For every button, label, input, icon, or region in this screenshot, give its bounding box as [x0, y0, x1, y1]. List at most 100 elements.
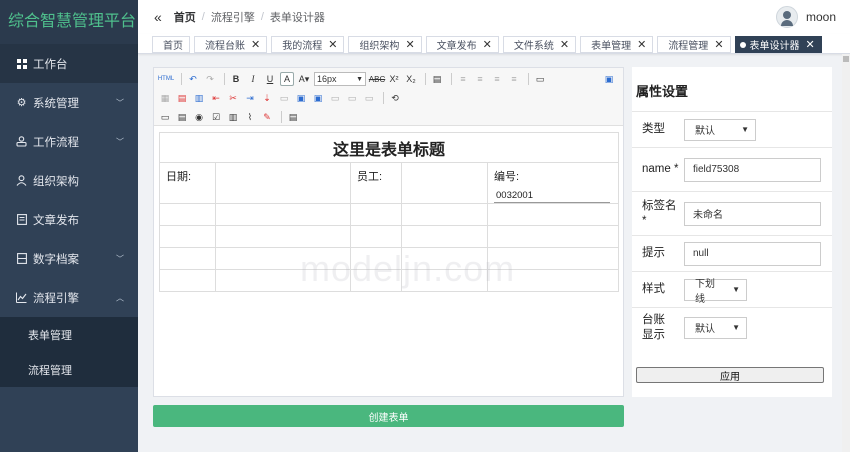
- table-cell[interactable]: [159, 203, 216, 226]
- insert-table-icon[interactable]: ▦: [158, 91, 172, 105]
- table-cell[interactable]: [401, 203, 488, 226]
- table-cell[interactable]: [215, 203, 351, 226]
- tab-organization[interactable]: 组织架构 ✕: [348, 36, 422, 53]
- signature-icon[interactable]: ✎: [260, 110, 274, 124]
- insert-row-icon[interactable]: ▤: [175, 91, 189, 105]
- code-cell[interactable]: 编号: 0032001: [486, 162, 620, 204]
- table-move-icon[interactable]: ⟲: [388, 91, 402, 105]
- sidebar-item-system[interactable]: ⚙ 系统管理 ﹀: [0, 83, 138, 122]
- html-source-icon[interactable]: HTML: [158, 72, 174, 86]
- form-code-icon[interactable]: ▤: [286, 110, 300, 124]
- tag-name-input[interactable]: [684, 201, 821, 226]
- checkbox-icon[interactable]: ☑: [209, 110, 223, 124]
- date-cell[interactable]: [215, 162, 351, 204]
- table-cell[interactable]: [159, 225, 216, 248]
- table-cell[interactable]: [215, 269, 351, 292]
- font-size-select[interactable]: 16px ▼: [314, 72, 366, 86]
- redo-icon[interactable]: ↷: [203, 72, 217, 86]
- split-cell-icon[interactable]: ✂: [226, 91, 240, 105]
- align-center-icon[interactable]: ≡: [473, 72, 487, 86]
- table-cell[interactable]: [486, 225, 620, 248]
- breadcrumb-item-process-engine[interactable]: 流程引擎: [211, 9, 255, 25]
- sidebar-item-process-engine[interactable]: 流程引擎 ︿: [0, 278, 138, 317]
- attachment-icon[interactable]: ⌇: [243, 110, 257, 124]
- strikethrough-icon[interactable]: ABC: [369, 72, 385, 86]
- close-icon[interactable]: ✕: [637, 38, 646, 51]
- tab-form-designer[interactable]: 表单设计器 ✕: [734, 36, 822, 53]
- select-field-icon[interactable]: ▥: [226, 110, 240, 124]
- sidebar-item-archives[interactable]: 数字档案 ﹀: [0, 239, 138, 278]
- table-cell[interactable]: [486, 203, 620, 226]
- table-cell[interactable]: [401, 247, 488, 270]
- tab-my-process[interactable]: 我的流程 ✕: [271, 36, 345, 53]
- collapse-sidebar-icon[interactable]: «: [154, 9, 162, 25]
- cell-property-icon[interactable]: ▭: [277, 91, 291, 105]
- table-cell[interactable]: [486, 247, 620, 270]
- tab-file-system[interactable]: 文件系统 ✕: [502, 36, 577, 53]
- table-cell[interactable]: [215, 247, 351, 270]
- table-cell[interactable]: [350, 203, 402, 226]
- table-cell[interactable]: [215, 225, 351, 248]
- radio-icon[interactable]: ◉: [192, 110, 206, 124]
- name-input[interactable]: [684, 157, 821, 182]
- tab-process-ledger[interactable]: 流程台账 ✕: [194, 36, 268, 53]
- format-brush-icon[interactable]: ▤: [430, 72, 444, 86]
- table-border-icon[interactable]: ▣: [294, 91, 308, 105]
- delete-row-icon[interactable]: ⇤: [209, 91, 223, 105]
- close-icon[interactable]: ✕: [483, 38, 492, 51]
- ledger-display-select[interactable]: 默认 ▼: [684, 316, 747, 339]
- align-left-icon[interactable]: ≡: [456, 72, 470, 86]
- code-field[interactable]: 0032001: [494, 188, 610, 203]
- undo-icon[interactable]: ↶: [186, 72, 200, 86]
- create-form-button[interactable]: 创建表单: [153, 405, 624, 427]
- sidebar-subitem-process-management[interactable]: 流程管理: [0, 352, 138, 387]
- print-icon[interactable]: ▭: [533, 72, 547, 86]
- bold-icon[interactable]: B: [229, 72, 243, 86]
- sidebar-subitem-form-management[interactable]: 表单管理: [0, 317, 138, 352]
- style-select[interactable]: 下划线 ▼: [684, 278, 747, 305]
- form-document[interactable]: 这里是表单标题 日期: 员工: 编号: 0032001: [158, 132, 620, 292]
- avatar[interactable]: [775, 6, 798, 28]
- sidebar-item-dashboard[interactable]: 工作台: [0, 44, 138, 83]
- close-icon[interactable]: ✕: [405, 38, 414, 51]
- hint-input[interactable]: [684, 241, 821, 266]
- table-width-icon[interactable]: ▭: [345, 91, 359, 105]
- table-cell[interactable]: [350, 269, 402, 292]
- table-height-icon[interactable]: ▭: [362, 91, 376, 105]
- font-color-icon[interactable]: A▾: [297, 72, 311, 86]
- font-border-icon[interactable]: A: [280, 72, 294, 86]
- apply-button[interactable]: 应用: [636, 367, 824, 383]
- table-cell[interactable]: [401, 225, 488, 248]
- tab-process-management[interactable]: 流程管理 ✕: [657, 36, 731, 53]
- table-cell[interactable]: [401, 269, 488, 292]
- superscript-icon[interactable]: X²: [387, 72, 401, 86]
- close-icon[interactable]: ✕: [714, 38, 723, 51]
- textarea-icon[interactable]: ▤: [175, 110, 189, 124]
- type-select[interactable]: 默认 ▼: [684, 118, 756, 141]
- sidebar-item-organization[interactable]: 组织架构: [0, 161, 138, 200]
- subscript-icon[interactable]: X₂: [404, 72, 418, 86]
- fullscreen-icon[interactable]: ▣: [602, 72, 616, 86]
- table-caption-icon[interactable]: ▭: [328, 91, 342, 105]
- underline-icon[interactable]: U: [263, 72, 277, 86]
- table-align-icon[interactable]: ▣: [311, 91, 325, 105]
- tab-home[interactable]: 首页: [152, 36, 190, 53]
- tab-form-management[interactable]: 表单管理 ✕: [580, 36, 654, 53]
- close-icon[interactable]: ✕: [560, 38, 569, 51]
- text-field-icon[interactable]: ▭: [158, 110, 172, 124]
- align-right-icon[interactable]: ≡: [490, 72, 504, 86]
- merge-down-icon[interactable]: ⇣: [260, 91, 274, 105]
- table-cell[interactable]: [159, 247, 216, 270]
- table-cell[interactable]: [350, 247, 402, 270]
- align-justify-icon[interactable]: ≡: [507, 72, 521, 86]
- sidebar-item-articles[interactable]: 文章发布: [0, 200, 138, 239]
- table-cell[interactable]: [486, 269, 620, 292]
- close-icon[interactable]: ✕: [328, 38, 337, 51]
- merge-cell-icon[interactable]: ⇥: [243, 91, 257, 105]
- user-name[interactable]: moon: [806, 10, 836, 24]
- table-cell[interactable]: [159, 269, 216, 292]
- tab-articles[interactable]: 文章发布 ✕: [425, 36, 499, 53]
- page-scrollbar[interactable]: [842, 54, 850, 452]
- close-icon[interactable]: ✕: [251, 38, 260, 51]
- staff-cell[interactable]: [401, 162, 488, 204]
